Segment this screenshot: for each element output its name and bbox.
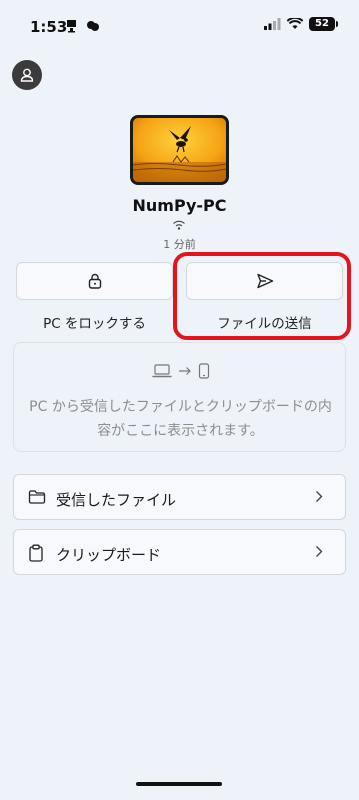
status-time: 1:53	[30, 18, 68, 36]
arrow-right-icon	[178, 367, 191, 375]
home-indicator[interactable]	[136, 782, 222, 786]
clipboard-item[interactable]: クリップボード	[13, 529, 346, 575]
phone-icon	[198, 363, 209, 379]
info-text: PC から受信したファイルとクリップボードの内容がここに表示されます。	[29, 399, 332, 439]
chevron-right-icon	[316, 546, 323, 557]
device-name: NumPy-PC	[132, 196, 227, 215]
battery-indicator: 52	[309, 17, 338, 31]
folder-icon	[28, 490, 46, 504]
wifi-icon	[287, 18, 303, 29]
received-files-label: 受信したファイル	[56, 491, 177, 509]
lock-pc-label: PC をロックする	[43, 316, 146, 332]
notification-icon	[67, 20, 76, 33]
clipboard-icon	[29, 544, 43, 562]
weather-icon	[87, 21, 99, 31]
user-icon	[20, 68, 34, 82]
info-panel: PC から受信したファイルとクリップボードの内容がここに表示されます。	[13, 342, 346, 452]
highlight-annotation	[173, 252, 351, 340]
received-files-item[interactable]: 受信したファイル	[13, 474, 346, 520]
clipboard-label: クリップボード	[56, 546, 162, 564]
cellular-signal-icon	[264, 18, 281, 30]
connection-wifi-icon	[173, 220, 185, 230]
chevron-right-icon	[316, 491, 323, 502]
laptop-icon	[151, 364, 172, 378]
avatar[interactable]	[12, 60, 42, 90]
device-image	[130, 115, 229, 185]
status-bar: 1:53 52	[0, 0, 359, 50]
last-seen-text: 1 分前	[163, 238, 196, 251]
lock-icon	[88, 273, 101, 289]
wallpaper-image	[133, 118, 226, 182]
lock-pc-button[interactable]	[16, 262, 173, 300]
